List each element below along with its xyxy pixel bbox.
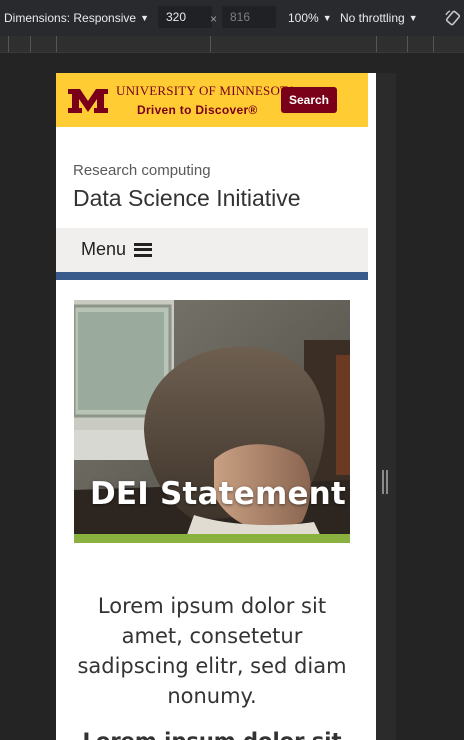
chevron-down-icon: ▼ xyxy=(140,13,149,23)
throttling-label: No throttling xyxy=(340,11,405,25)
chevron-down-icon: ▼ xyxy=(408,13,418,23)
menu-label: Menu xyxy=(81,239,127,259)
hero-title: DEI Statement xyxy=(90,476,346,512)
media-query-ruler xyxy=(0,36,464,53)
devtools-device-toolbar: Dimensions: Responsive ▼ 320 × 816 100% ▼ … xyxy=(0,0,464,36)
search-button[interactable]: Search xyxy=(281,87,337,113)
university-tagline: Driven to Discover® xyxy=(137,103,258,117)
throttling-dropdown[interactable]: No throttling ▼ xyxy=(340,11,418,25)
hero-card[interactable]: DEI Statement xyxy=(74,300,350,543)
viewport-right-gutter xyxy=(376,73,396,740)
chevron-down-icon: ▼ xyxy=(322,13,332,23)
zoom-label: 100% xyxy=(288,11,319,25)
dimensions-label: Dimensions: Responsive xyxy=(4,11,137,25)
rotate-icon[interactable] xyxy=(444,9,462,27)
height-input[interactable]: 816 xyxy=(222,6,276,28)
hero-accent-bar xyxy=(74,534,350,543)
times-separator: × xyxy=(210,12,218,26)
resize-handle[interactable] xyxy=(382,470,388,494)
intro-paragraph: Lorem ipsum dolor sit amet, consetetur s… xyxy=(77,594,347,708)
university-name[interactable]: UNIVERSITY OF MINNESOTA xyxy=(116,83,297,99)
width-input[interactable]: 320 xyxy=(158,6,212,28)
menu-button[interactable]: Menu xyxy=(81,239,153,260)
site-title[interactable]: Data Science Initiative xyxy=(73,185,301,212)
hamburger-icon xyxy=(134,242,153,257)
menu-bar: Menu xyxy=(56,228,376,272)
blue-divider-stripe xyxy=(56,272,368,280)
umn-m-logo[interactable] xyxy=(66,87,110,115)
site-subtitle: Research computing xyxy=(73,162,211,179)
dimensions-dropdown[interactable]: Dimensions: Responsive ▼ xyxy=(4,11,149,25)
section-heading-partial: Lorem ipsum dolor sit xyxy=(70,729,354,740)
device-viewport: UNIVERSITY OF MINNESOTA Driven to Discov… xyxy=(56,73,376,740)
umn-header-bar: UNIVERSITY OF MINNESOTA Driven to Discov… xyxy=(56,73,368,127)
zoom-dropdown[interactable]: 100% ▼ xyxy=(288,11,332,25)
page-scrollbar[interactable] xyxy=(368,73,376,740)
